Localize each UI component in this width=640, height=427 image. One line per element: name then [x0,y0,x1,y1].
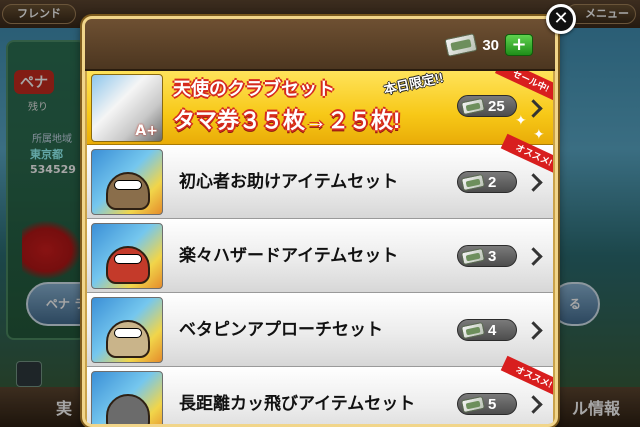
price-pill: 3 [457,245,517,267]
price-pill: 4 [457,319,517,341]
chevron-right-icon [527,320,541,340]
price-pill: 5 [457,393,517,415]
item-set-name: 初心者お助けアイテムセット [179,172,399,191]
limited-badge: 本日限定!! [382,71,445,98]
ticket-icon [460,247,486,265]
featured-thumbnail: A+ [91,74,163,142]
chevron-right-icon [527,394,541,414]
price-value: 5 [488,395,497,413]
character-icon [106,172,150,210]
sparkle-icon: ✦ [533,127,545,143]
character-eyes-icon [114,254,142,264]
character-eyes-icon [114,328,142,338]
close-icon[interactable]: ✕ [546,4,576,34]
ticket-icon [460,173,486,191]
price-pill: 25 [457,95,517,117]
item-set-row[interactable]: 長距離カッ飛びアイテムセット オススメ! 5 [87,355,553,424]
modal-header: 30 + [85,19,555,71]
item-set-name: ベタピンアプローチセット [179,320,383,339]
ticket-icon [444,33,478,57]
featured-deal-text: タマ券３５枚→２５枚! [173,108,401,133]
item-thumbnail [91,371,163,424]
grade-badge: A+ [135,123,158,139]
item-set-list[interactable]: A+ 天使のクラブセット 本日限定!! タマ券３５枚→２５枚! セール中! ✦ … [87,71,553,424]
featured-title: 天使のクラブセット [173,79,335,99]
balance-value: 30 [482,36,499,54]
item-thumbnail [91,297,163,363]
character-icon [106,246,150,284]
item-set-name: 楽々ハザードアイテムセット [179,246,399,265]
item-set-row[interactable]: ベタピンアプローチセット 4 [87,293,553,367]
buy-tickets-button[interactable]: + [505,34,533,56]
item-set-row[interactable]: 楽々ハザードアイテムセット 3 [87,219,553,293]
price-value: 4 [488,321,497,339]
item-thumbnail [91,149,163,215]
price-value: 3 [488,247,497,265]
price-pill: 2 [457,171,517,193]
price-value: 2 [488,173,497,191]
character-eyes-icon [114,180,142,190]
item-set-row[interactable]: 初心者お助けアイテムセット オススメ! 2 [87,133,553,219]
featured-set-row[interactable]: A+ 天使のクラブセット 本日限定!! タマ券３５枚→２５枚! セール中! ✦ … [87,71,553,145]
item-set-name: 長距離カッ飛びアイテムセット [179,394,416,413]
ticket-icon [460,395,486,413]
ticket-balance: 30 + [444,32,533,58]
item-shop-modal: 30 + A+ 天使のクラブセット 本日限定!! タマ券３５枚→２５枚! セール… [82,16,558,427]
ticket-icon [460,97,486,115]
chevron-right-icon [527,172,541,192]
chevron-right-icon [527,246,541,266]
character-icon [106,394,150,424]
item-thumbnail [91,223,163,289]
sparkle-icon: ✦ [515,113,527,129]
chevron-right-icon [527,98,541,118]
character-icon [106,320,150,358]
ticket-icon [460,321,486,339]
price-value: 25 [488,97,505,115]
